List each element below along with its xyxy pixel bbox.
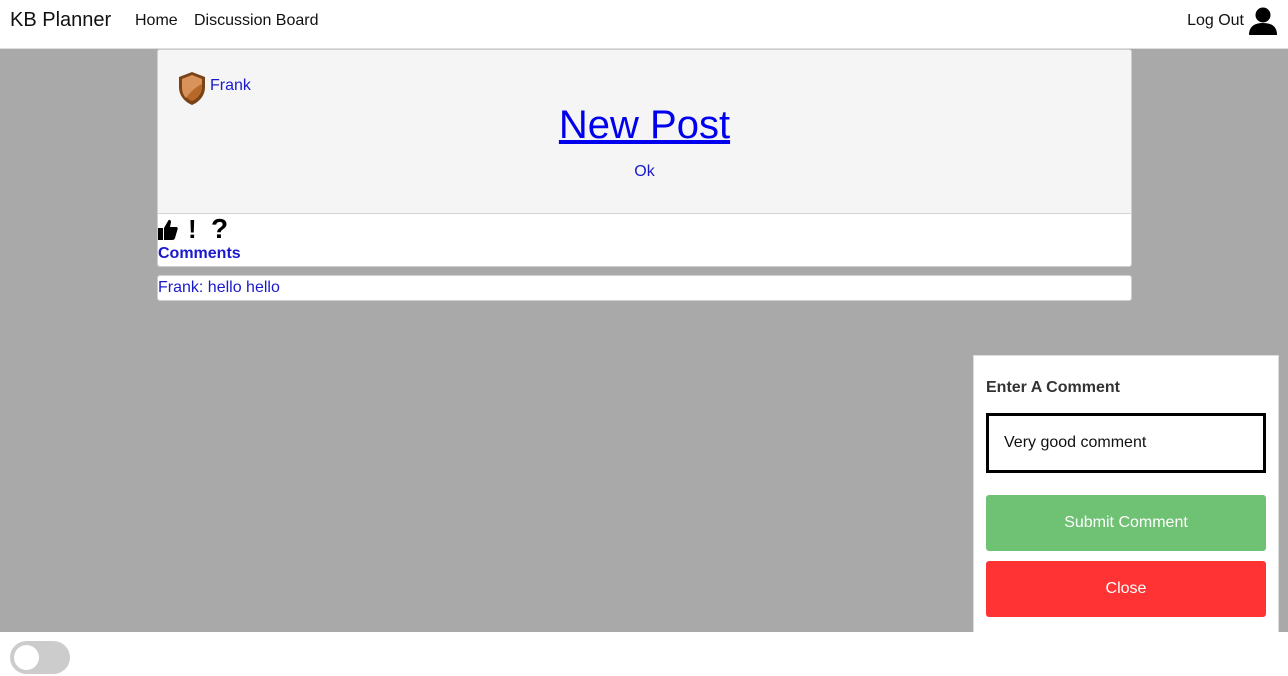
nav-link-discussion-board[interactable]: Discussion Board [194,12,319,30]
post-author-link[interactable]: Frank [210,77,251,95]
comment-item: Frank: hello hello [157,275,1132,301]
close-button[interactable]: Close [986,561,1266,617]
footer [0,632,1288,676]
post-header: Frank New Post Ok [158,50,1131,214]
post-card: Frank New Post Ok ! ? Comments [157,49,1132,267]
comments-toggle-link[interactable]: Comments [158,245,241,263]
post-body-text: Ok [634,163,655,180]
submit-comment-button[interactable]: Submit Comment [986,495,1266,551]
comment-panel-title: Enter A Comment [986,379,1120,396]
comment-panel: Enter A Comment Submit Comment Close [973,355,1279,645]
logout-link[interactable]: Log Out [1187,12,1244,30]
comment-text: Frank: hello hello [158,279,280,296]
shield-badge-icon [179,72,205,105]
brand-title[interactable]: KB Planner [10,9,111,32]
nav-link-home[interactable]: Home [135,12,178,30]
toggle-knob [14,645,39,670]
theme-toggle[interactable] [10,641,70,674]
comment-input[interactable] [986,413,1266,473]
exclamation-icon[interactable]: ! [188,216,197,242]
post-title-link: New Post [158,103,1131,148]
post-title-text[interactable]: New Post [559,103,730,147]
question-icon[interactable]: ? [211,215,228,243]
user-icon[interactable] [1248,6,1278,36]
thumbs-up-icon[interactable] [158,219,178,241]
top-navbar: KB Planner Home Discussion Board Log Out [0,0,1288,49]
